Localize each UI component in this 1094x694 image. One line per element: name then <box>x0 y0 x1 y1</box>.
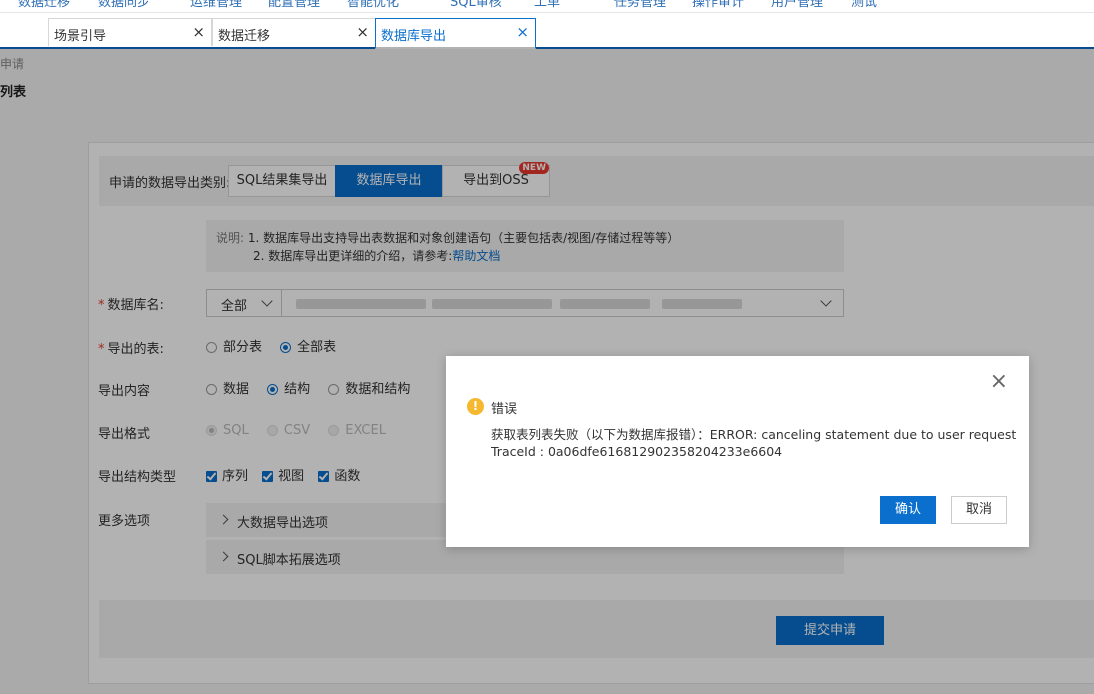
close-icon[interactable]: × <box>990 371 1008 393</box>
nav-item[interactable]: 操作审计 <box>692 0 744 10</box>
tab-label: 场景引导 <box>54 29 107 44</box>
tab-bar: 场景引导 × 数据迁移 × 数据库导出 × <box>0 13 1094 49</box>
warning-icon: ! <box>467 398 484 415</box>
cancel-button[interactable]: 取消 <box>951 496 1007 524</box>
tab-db-export[interactable]: 数据库导出 × <box>375 18 536 49</box>
dialog-message: 获取表列表失败（以下为数据库报错）：ERROR: canceling state… <box>491 427 1017 442</box>
dialog-title: 错误 <box>491 402 518 417</box>
confirm-button[interactable]: 确认 <box>880 496 936 524</box>
tab-label: 数据库导出 <box>381 29 447 44</box>
close-icon[interactable]: × <box>192 23 205 41</box>
tab-data-migration[interactable]: 数据迁移 × <box>212 18 376 46</box>
nav-item[interactable]: 智能优化 <box>347 0 399 10</box>
close-icon[interactable]: × <box>356 23 369 41</box>
close-icon[interactable]: × <box>516 23 529 41</box>
nav-item[interactable]: 数据同步 <box>98 0 150 10</box>
nav-item[interactable]: 用户管理 <box>771 0 823 10</box>
nav-item[interactable]: SQL审核 <box>450 0 502 10</box>
error-dialog: × ! 错误 获取表列表失败（以下为数据库报错）：ERROR: cancelin… <box>446 356 1029 547</box>
nav-item[interactable]: 测试 <box>851 0 877 10</box>
nav-item[interactable]: 运维管理 <box>190 0 242 10</box>
nav-item[interactable]: 工单 <box>534 0 560 10</box>
top-nav: 数据迁移 数据同步 运维管理 配置管理 智能优化 SQL审核 工单 任务管理 操… <box>0 0 1094 13</box>
tab-scene-guide[interactable]: 场景引导 × <box>48 18 212 46</box>
nav-item[interactable]: 配置管理 <box>268 0 320 10</box>
tab-label: 数据迁移 <box>218 29 271 44</box>
nav-item[interactable]: 数据迁移 <box>18 0 70 10</box>
nav-item[interactable]: 任务管理 <box>614 0 666 10</box>
dialog-trace-id: TraceId : 0a06dfe616812902358204233e6604 <box>491 444 783 459</box>
